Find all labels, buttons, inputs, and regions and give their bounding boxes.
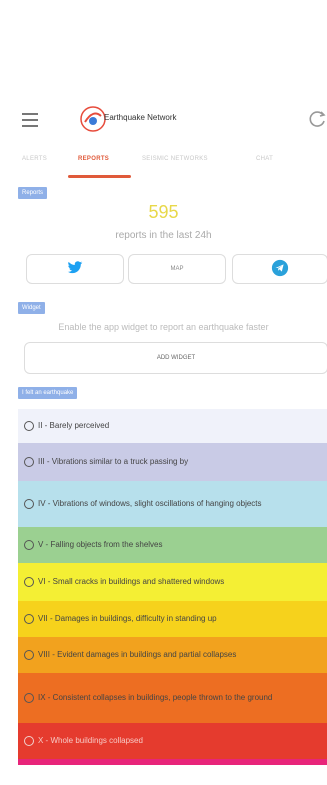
intensity-label: V - Falling objects from the shelves xyxy=(38,540,163,549)
widget-description: Enable the app widget to report an earth… xyxy=(58,322,269,332)
intensity-label: III - Vibrations similar to a truck pass… xyxy=(38,457,189,466)
tab-chat[interactable]: CHAT xyxy=(256,156,273,162)
twitter-button[interactable] xyxy=(26,254,124,284)
tab-reports[interactable]: REPORTS xyxy=(78,156,109,162)
intensity-label: II - Barely perceived xyxy=(38,421,110,430)
map-button[interactable]: MAP xyxy=(128,254,226,284)
radio-button[interactable] xyxy=(24,577,34,587)
active-tab-indicator xyxy=(68,175,131,178)
radio-button[interactable] xyxy=(24,614,34,624)
intensity-option-vi[interactable]: VI - Small cracks in buildings and shatt… xyxy=(18,563,327,601)
add-widget-button[interactable]: ADD WIDGET xyxy=(24,342,327,374)
tab-alerts[interactable]: ALERTS xyxy=(22,156,47,162)
app-title: Earthquake Network xyxy=(104,113,177,122)
radio-button[interactable] xyxy=(24,421,34,431)
intensity-option-ix[interactable]: IX - Consistent collapses in buildings, … xyxy=(18,673,327,723)
twitter-icon xyxy=(67,261,83,277)
radio-button[interactable] xyxy=(24,457,34,467)
reports-section-label: Reports xyxy=(18,187,48,199)
widget-section-label: Widget xyxy=(18,302,45,314)
next-level-edge xyxy=(18,759,327,765)
radio-button[interactable] xyxy=(24,693,34,703)
radio-button[interactable] xyxy=(24,540,34,550)
intensity-label: VIII - Evident damages in buildings and … xyxy=(38,650,237,659)
intensity-list: II - Barely perceived III - Vibrations s… xyxy=(18,409,327,765)
intensity-label: IV - Vibrations of windows, slight oscil… xyxy=(38,499,262,508)
menu-icon[interactable] xyxy=(22,113,38,127)
intensity-option-v[interactable]: V - Falling objects from the shelves xyxy=(18,527,327,563)
reports-caption: reports in the last 24h xyxy=(115,230,212,241)
radio-button[interactable] xyxy=(24,736,34,746)
intensity-label: VII - Damages in buildings, difficulty i… xyxy=(38,614,217,623)
radio-button[interactable] xyxy=(24,499,34,509)
tab-bar: ALERTS REPORTS SEISMIC NETWORKS CHAT xyxy=(0,150,327,178)
intensity-label: VI - Small cracks in buildings and shatt… xyxy=(38,577,225,586)
share-row: MAP xyxy=(26,254,327,284)
intensity-option-iii[interactable]: III - Vibrations similar to a truck pass… xyxy=(18,443,327,481)
app-header: Earthquake Network xyxy=(0,100,327,140)
refresh-icon[interactable] xyxy=(308,109,327,129)
tab-seismic-networks[interactable]: SEISMIC NETWORKS xyxy=(142,156,208,162)
reports-count: 595 xyxy=(148,202,179,222)
intensity-option-viii[interactable]: VIII - Evident damages in buildings and … xyxy=(18,637,327,673)
felt-section-label: I felt an earthquake xyxy=(18,387,78,399)
intensity-option-x[interactable]: X - Whole buildings collapsed xyxy=(18,723,327,759)
intensity-option-iv[interactable]: IV - Vibrations of windows, slight oscil… xyxy=(18,481,327,527)
telegram-icon xyxy=(271,259,289,279)
radio-button[interactable] xyxy=(24,650,34,660)
intensity-option-vii[interactable]: VII - Damages in buildings, difficulty i… xyxy=(18,601,327,637)
intensity-option-ii[interactable]: II - Barely perceived xyxy=(18,409,327,443)
telegram-button[interactable] xyxy=(232,254,327,284)
intensity-label: X - Whole buildings collapsed xyxy=(38,736,143,745)
intensity-label: IX - Consistent collapses in buildings, … xyxy=(38,693,273,702)
